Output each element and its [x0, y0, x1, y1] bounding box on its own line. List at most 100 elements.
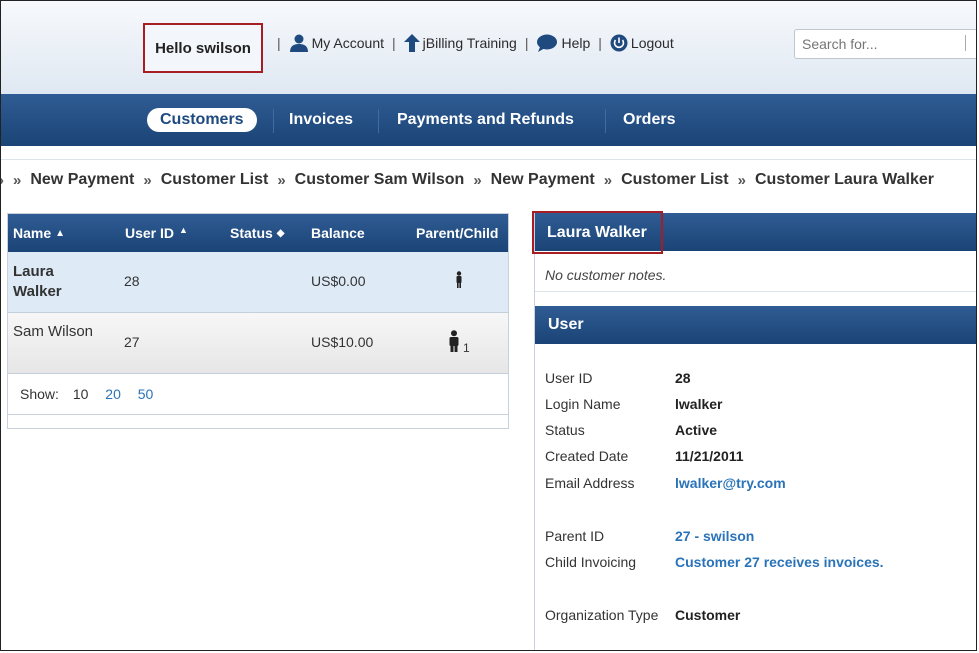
separator: |	[524, 35, 529, 51]
breadcrumb-arrow: »	[277, 171, 286, 189]
child-account-icon	[455, 271, 463, 291]
column-parent-child-label: Parent/Child	[416, 225, 499, 241]
nav-divider	[378, 109, 379, 133]
field-label: Login Name	[545, 396, 621, 412]
app-window: Hello swilson | My Account | jBilling Tr…	[0, 0, 977, 651]
upload-arrow-icon	[403, 34, 420, 52]
column-user-id-label: User ID	[125, 225, 175, 241]
help-link[interactable]: Help	[536, 34, 590, 52]
user-section-header: User	[535, 306, 976, 344]
field-value-created-date: 11/21/2011	[675, 448, 744, 464]
balance: US$10.00	[311, 334, 374, 350]
field-label: Parent ID	[545, 528, 605, 544]
customer-name-header: Laura Walker	[532, 211, 976, 254]
field-label: Email Address	[545, 475, 635, 491]
field-label: Status	[545, 422, 585, 438]
page-size-option[interactable]: 50	[138, 386, 154, 402]
field-label: Created Date	[545, 448, 629, 464]
breadcrumb-item[interactable]: New Payment	[30, 171, 134, 189]
customer-name[interactable]: Laura Walker	[13, 262, 93, 302]
field-label: User ID	[545, 370, 593, 386]
column-status-label: Status	[230, 225, 273, 241]
help-label: Help	[561, 35, 591, 51]
breadcrumb-item[interactable]: Customer List	[621, 171, 729, 189]
child-count: 1	[463, 341, 470, 355]
column-parent-child[interactable]: Parent/Child	[416, 214, 498, 252]
tab-payments-refunds[interactable]: Payments and Refunds	[397, 94, 574, 146]
my-account-link[interactable]: My Account	[289, 34, 384, 52]
logout-label: Logout	[630, 35, 674, 51]
field-value-status: Active	[675, 422, 718, 438]
tab-invoices-label: Invoices	[289, 111, 354, 128]
power-icon	[610, 34, 628, 52]
separator: |	[277, 35, 281, 51]
tab-orders-label: Orders	[623, 111, 676, 128]
breadcrumb-arrow: ›	[1, 172, 4, 189]
divider	[8, 414, 508, 415]
training-label: jBilling Training	[422, 35, 517, 51]
breadcrumb-item[interactable]: Customer Sam Wilson	[295, 171, 465, 189]
column-balance[interactable]: Balance	[311, 214, 365, 252]
tab-invoices[interactable]: Invoices	[289, 94, 353, 146]
column-name[interactable]: Name ▲	[13, 214, 65, 252]
user-icon	[289, 34, 308, 52]
customer-table: Name ▲ User ID ▲ Status ◆ Balance Parent…	[7, 213, 509, 429]
table-header: Name ▲ User ID ▲ Status ◆ Balance Parent…	[8, 214, 508, 252]
field-value-org-type: Customer	[675, 607, 741, 623]
breadcrumb-item[interactable]: Customer List	[161, 171, 269, 189]
nav-divider	[605, 109, 606, 133]
user-id: 27	[124, 334, 140, 350]
speech-bubble-icon	[537, 34, 558, 52]
sort-ascending-icon: ▲	[179, 225, 188, 235]
balance: US$0.00	[311, 273, 366, 289]
parent-id-link[interactable]: 27 - swilson	[675, 528, 754, 544]
tab-customers[interactable]: Customers	[147, 94, 257, 146]
nav-divider	[273, 109, 274, 133]
breadcrumb-arrow: »	[603, 171, 613, 189]
sort-icon: ▲	[55, 227, 66, 239]
table-row[interactable]: Laura Walker 28 US$0.00	[8, 252, 508, 313]
breadcrumb-arrow: »	[13, 171, 22, 189]
breadcrumb-arrow: »	[143, 171, 152, 189]
search-input[interactable]	[794, 29, 976, 59]
breadcrumb-arrow: »	[473, 171, 482, 189]
my-account-label: My Account	[311, 35, 385, 51]
child-invoicing-link[interactable]: Customer 27 receives invoices.	[675, 554, 884, 570]
page-size-option[interactable]: 20	[105, 386, 121, 402]
tab-orders[interactable]: Orders	[623, 94, 675, 146]
parent-account-icon	[448, 330, 460, 355]
customer-name-highlight: Laura Walker	[532, 211, 663, 254]
breadcrumb-item[interactable]: Customer Laura Walker	[755, 171, 934, 189]
email-link[interactable]: lwalker@try.com	[675, 475, 786, 491]
greeting: Hello swilson	[143, 23, 263, 73]
customer-name-title: Laura Walker	[547, 223, 647, 241]
breadcrumb-arrow: »	[737, 171, 746, 189]
logout-link[interactable]: Logout	[610, 34, 674, 52]
show-label: Show:	[20, 386, 59, 402]
tab-customers-label: Customers	[147, 108, 257, 132]
customer-name[interactable]: Sam Wilson	[13, 323, 93, 340]
user-section-title: User	[548, 316, 584, 333]
separator: |	[392, 35, 396, 51]
field-label: Child Invoicing	[545, 554, 637, 570]
top-bar: Hello swilson | My Account | jBilling Tr…	[1, 1, 976, 94]
breadcrumb-item[interactable]: New Payment	[491, 171, 595, 189]
divider	[535, 291, 976, 292]
table-row[interactable]: Sam Wilson 27 US$10.00 1	[8, 313, 508, 374]
column-status[interactable]: Status ◆	[230, 214, 285, 252]
column-name-label: Name	[13, 225, 52, 241]
top-links: | My Account | jBilling Training | Help …	[269, 34, 674, 52]
field-value-user-id: 28	[675, 370, 691, 386]
sort-icon: ◆	[276, 227, 285, 239]
customer-notes: No customer notes.	[545, 267, 667, 283]
page-size-option-current: 10	[72, 386, 89, 402]
field-value-login-name: lwalker	[675, 396, 723, 412]
column-user-id[interactable]: User ID ▲	[125, 214, 188, 252]
field-label: Organization Type	[545, 607, 659, 623]
page-size-selector: Show: 10 20 50	[20, 386, 153, 402]
column-balance-label: Balance	[311, 225, 365, 241]
breadcrumb: › » New Payment » Customer List » Custom…	[1, 159, 976, 200]
customer-detail-panel: Laura Walker No customer notes. User Use…	[532, 211, 976, 650]
training-link[interactable]: jBilling Training	[403, 34, 517, 52]
main-nav: Customers Invoices Payments and Refunds …	[1, 94, 976, 146]
